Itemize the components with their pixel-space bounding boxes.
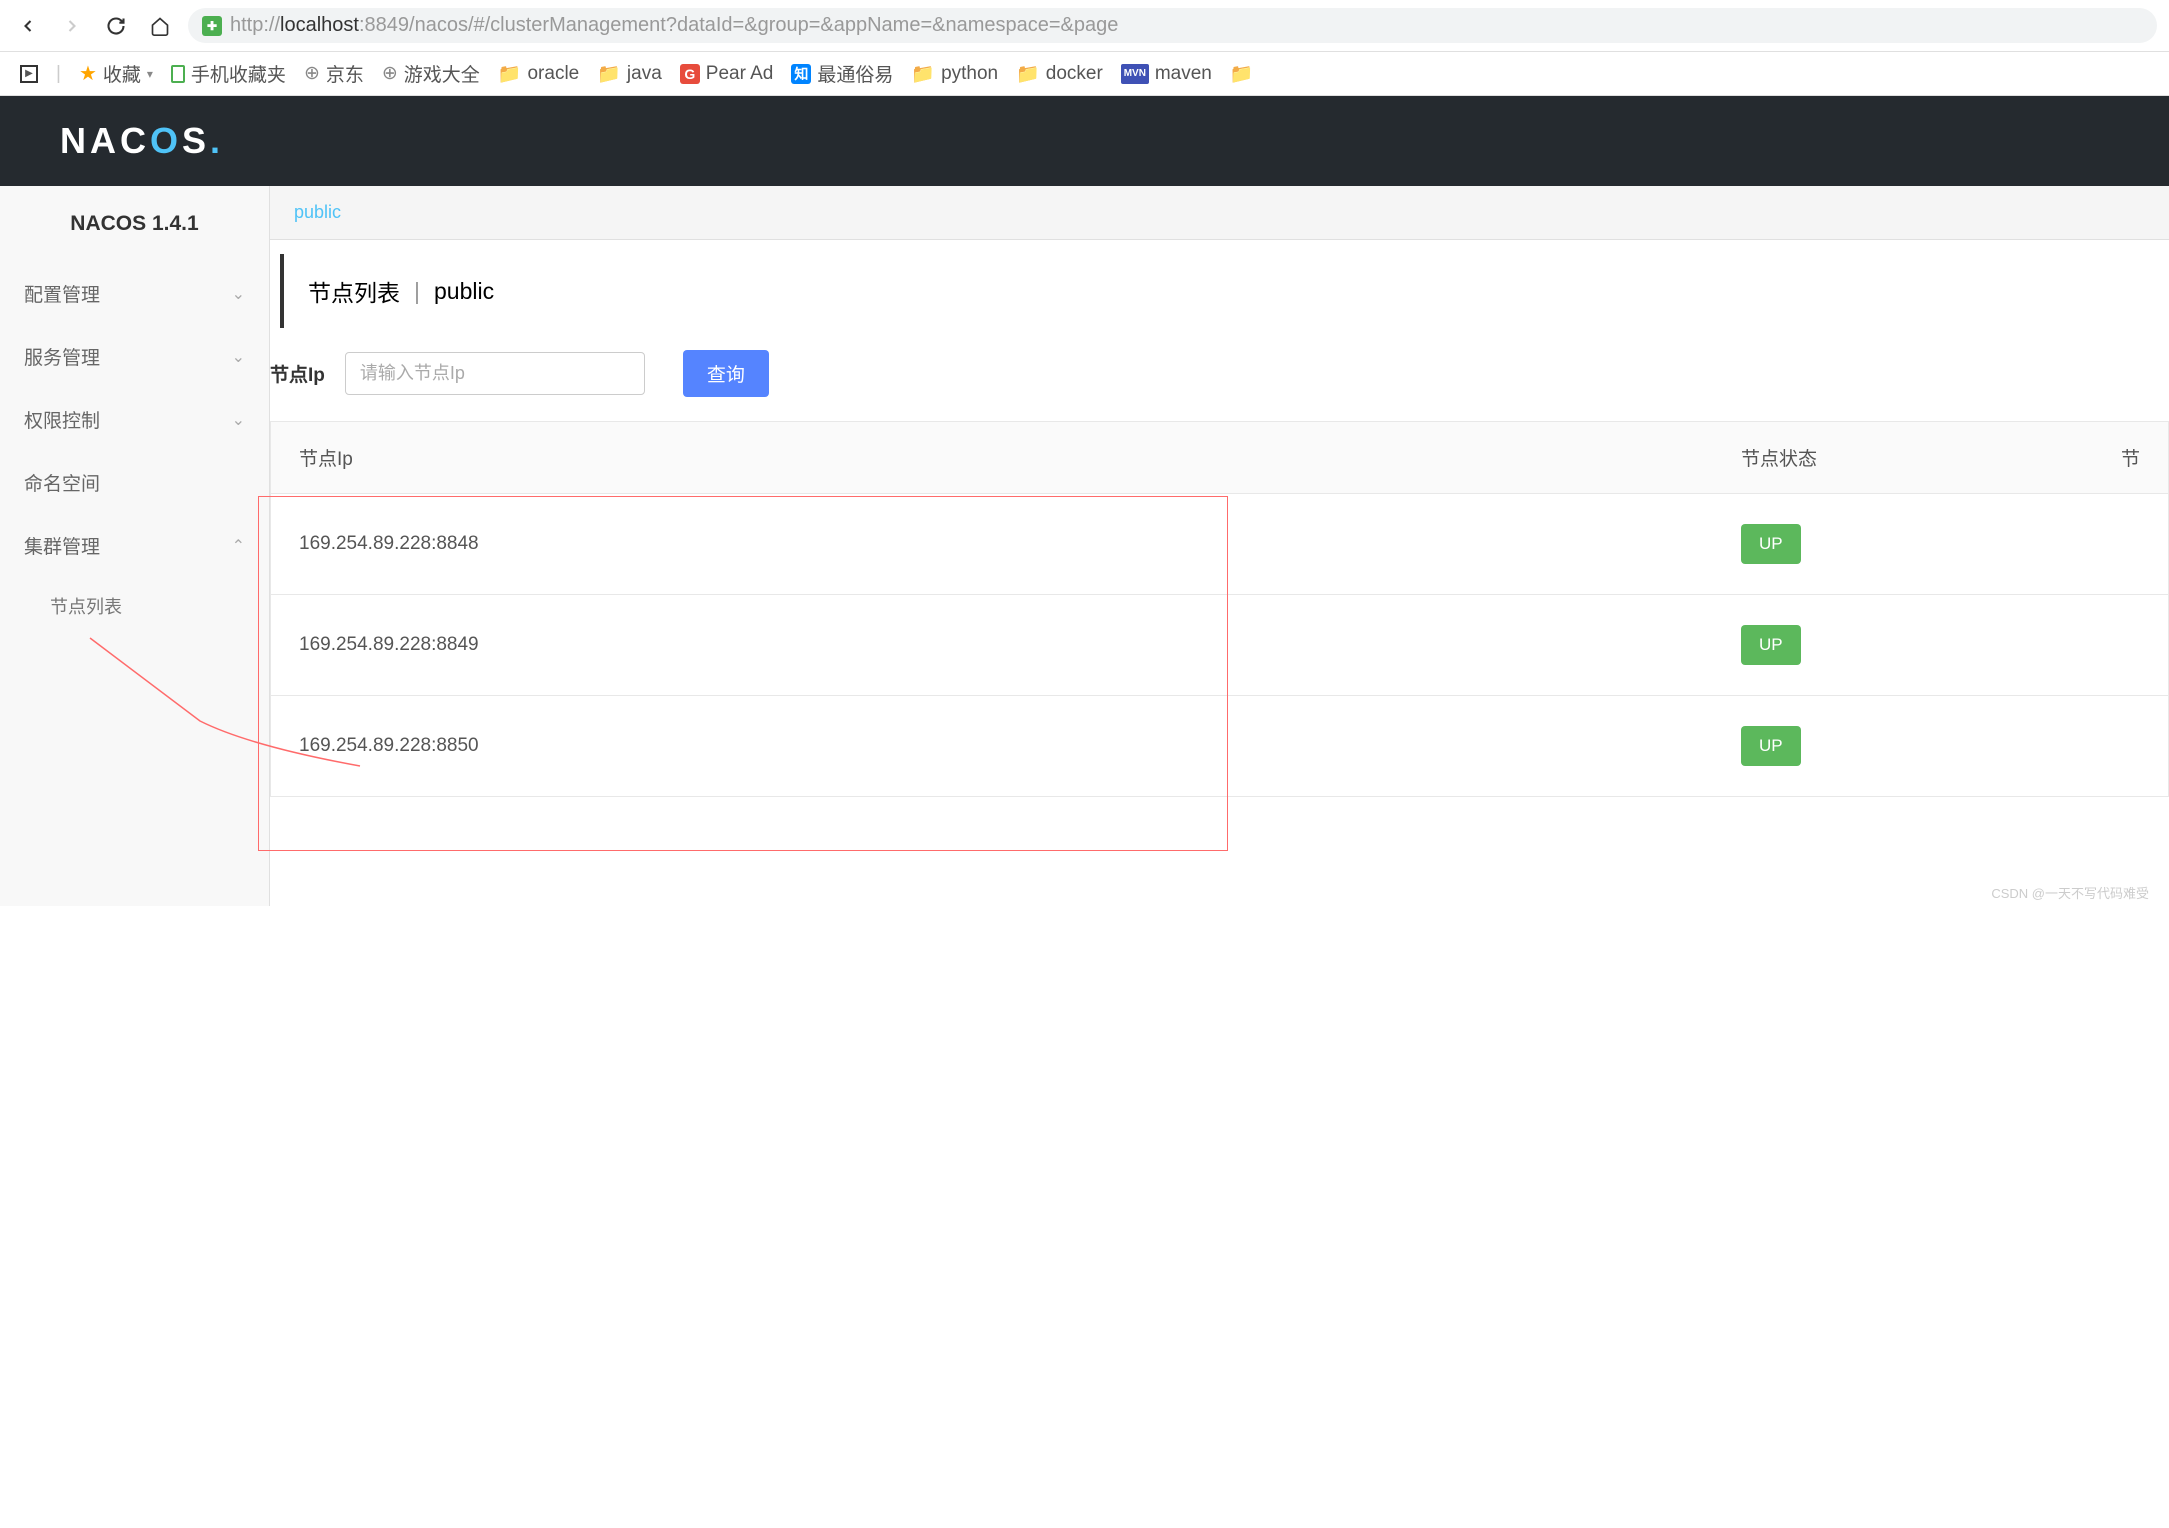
bookmark-oracle[interactable]: 📁oracle [498, 62, 579, 86]
folder-icon: 📁 [597, 62, 621, 86]
bookmark-more[interactable]: 📁 [1230, 62, 1254, 86]
content-area: public 节点列表 | public 节点Ip 查询 节点Ip 节点状态 节… [270, 186, 2169, 906]
chevron-down-icon: ⌄ [232, 284, 245, 304]
url-prefix: http:// [230, 14, 280, 36]
table-row: 169.254.89.228:8848 UP [271, 494, 2169, 595]
chevron-down-icon: ▾ [147, 67, 153, 81]
maven-icon: MVN [1121, 64, 1149, 84]
search-button[interactable]: 查询 [683, 350, 769, 397]
bookmark-python[interactable]: 📁python [911, 62, 998, 86]
chevron-down-icon: ⌄ [232, 410, 245, 430]
star-icon: ★ [79, 61, 97, 86]
browser-toolbar: ✚ http://localhost:8849/nacos/#/clusterM… [0, 0, 2169, 52]
url-path: :8849/nacos/#/clusterManagement?dataId=&… [359, 14, 1118, 36]
node-table: 节点Ip 节点状态 节 169.254.89.228:8848 UP 169.2… [270, 421, 2169, 797]
status-badge: UP [1741, 524, 1801, 564]
bookmark-java[interactable]: 📁java [597, 62, 662, 86]
folder-icon: 📁 [498, 62, 522, 86]
folder-icon: 📁 [911, 62, 935, 86]
home-button[interactable] [144, 10, 176, 42]
cell-node-status: UP [1713, 696, 2093, 797]
sidebar-item-namespace[interactable]: 命名空间 [0, 451, 269, 514]
cell-node-status: UP [1713, 595, 2093, 696]
url-host: localhost [280, 14, 359, 36]
url-bar[interactable]: ✚ http://localhost:8849/nacos/#/clusterM… [188, 8, 2157, 43]
sidebar-version: NACOS 1.4.1 [0, 186, 269, 262]
folder-icon: 📁 [1016, 62, 1040, 86]
pear-icon: G [680, 64, 700, 84]
cell-node-ip: 169.254.89.228:8848 [271, 494, 1713, 595]
sidebar-subitem-nodelist[interactable]: 节点列表 [0, 577, 269, 635]
search-bar: 节点Ip 查询 [270, 342, 2169, 421]
bookmark-pear[interactable]: GPear Ad [680, 63, 774, 85]
page-title-namespace: public [434, 278, 494, 305]
reload-button[interactable] [100, 10, 132, 42]
node-ip-input[interactable] [345, 352, 645, 395]
shield-icon: ✚ [202, 16, 222, 36]
chevron-up-icon: ⌃ [232, 536, 245, 556]
th-node-ip: 节点Ip [271, 422, 1713, 494]
sidebar-item-service[interactable]: 服务管理 ⌄ [0, 325, 269, 388]
status-badge: UP [1741, 625, 1801, 665]
phone-icon [171, 65, 185, 83]
status-badge: UP [1741, 726, 1801, 766]
title-separator: | [414, 278, 420, 305]
globe-icon: ⊕ [382, 62, 398, 85]
th-extra: 节 [2093, 422, 2169, 494]
bookmark-mobile[interactable]: 手机收藏夹 [171, 60, 286, 87]
cell-node-ip: 169.254.89.228:8849 [271, 595, 1713, 696]
search-label: 节点Ip [270, 360, 325, 387]
page-title: 节点列表 [308, 274, 400, 308]
nacos-header: NACOS. [0, 96, 2169, 186]
table-row: 169.254.89.228:8849 UP [271, 595, 2169, 696]
chevron-down-icon: ⌄ [232, 347, 245, 367]
bookmarks-bar: ▶ | ★收藏▾ 手机收藏夹 ⊕京东 ⊕游戏大全 📁oracle 📁java G… [0, 52, 2169, 96]
sidebar-item-auth[interactable]: 权限控制 ⌄ [0, 388, 269, 451]
cell-extra [2093, 595, 2169, 696]
cell-extra [2093, 494, 2169, 595]
speed-dial-icon[interactable]: ▶ [20, 65, 38, 83]
forward-button[interactable] [56, 10, 88, 42]
bookmark-maven[interactable]: MVNmaven [1121, 63, 1212, 85]
th-node-status: 节点状态 [1713, 422, 2093, 494]
namespace-tabs: public [270, 186, 2169, 240]
nacos-logo: NACOS. [60, 120, 2109, 162]
back-button[interactable] [12, 10, 44, 42]
bookmark-docker[interactable]: 📁docker [1016, 62, 1103, 86]
bookmark-jd[interactable]: ⊕京东 [304, 60, 364, 87]
sidebar: NACOS 1.4.1 配置管理 ⌄ 服务管理 ⌄ 权限控制 ⌄ 命名空间 集群… [0, 186, 270, 906]
table-row: 169.254.89.228:8850 UP [271, 696, 2169, 797]
cell-node-status: UP [1713, 494, 2093, 595]
cell-extra [2093, 696, 2169, 797]
bookmark-games[interactable]: ⊕游戏大全 [382, 60, 480, 87]
sidebar-item-cluster[interactable]: 集群管理 ⌃ [0, 514, 269, 577]
bookmark-favorites[interactable]: ★收藏▾ [79, 60, 153, 87]
namespace-tab-public[interactable]: public [294, 202, 341, 222]
page-title-bar: 节点列表 | public [280, 254, 2169, 328]
folder-icon: 📁 [1230, 62, 1254, 86]
globe-icon: ⊕ [304, 62, 320, 85]
cell-node-ip: 169.254.89.228:8850 [271, 696, 1713, 797]
main-container: NACOS 1.4.1 配置管理 ⌄ 服务管理 ⌄ 权限控制 ⌄ 命名空间 集群… [0, 186, 2169, 906]
zhi-icon: 知 [791, 64, 811, 84]
watermark: CSDN @一天不写代码难受 [1991, 883, 2149, 902]
bookmark-tongsu[interactable]: 知最通俗易 [791, 60, 893, 87]
sidebar-item-config[interactable]: 配置管理 ⌄ [0, 262, 269, 325]
